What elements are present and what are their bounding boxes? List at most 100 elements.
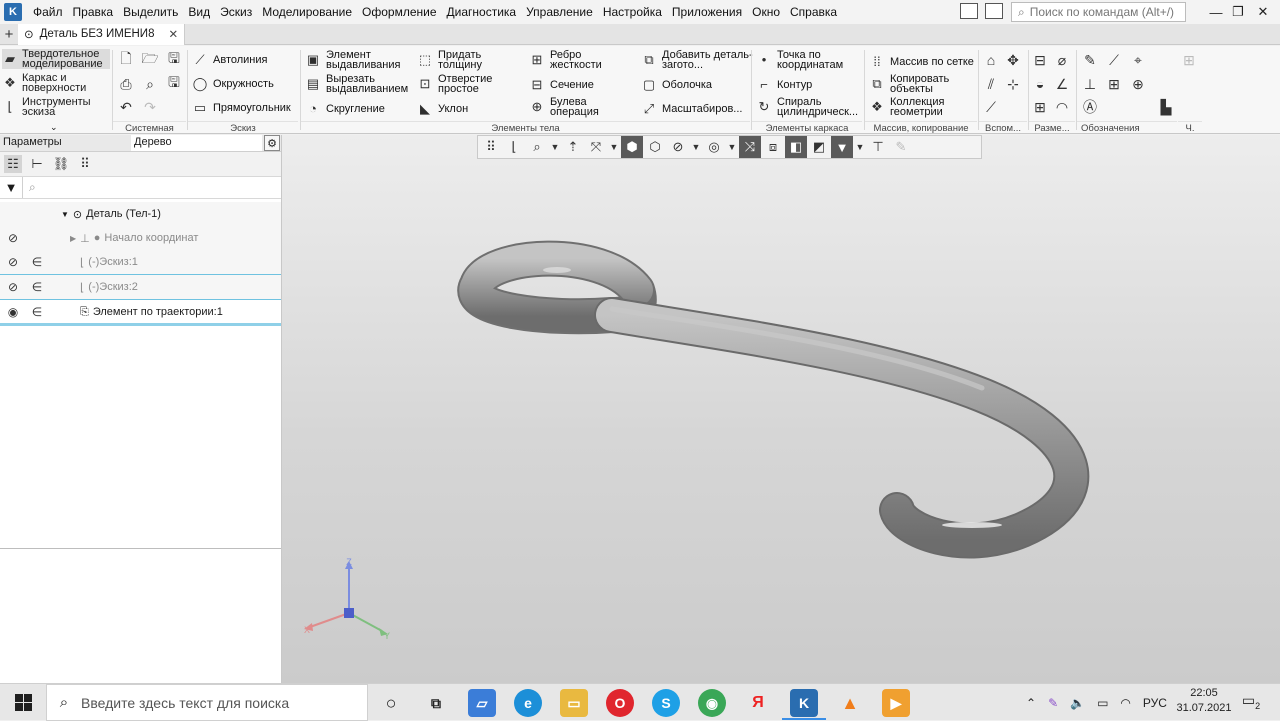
tree-row-sweep[interactable]: ◉ ∈ ⎘ Элемент по траектории:1 bbox=[0, 300, 281, 324]
layout-icon[interactable] bbox=[960, 3, 978, 19]
tree-row-sketch2[interactable]: ⊘ ∈ ⌊ (-)Эскиз:2 bbox=[0, 275, 281, 299]
chevron-down-icon[interactable]: ▼ bbox=[608, 136, 620, 158]
rib-button[interactable]: ⊞ Ребро жесткости bbox=[529, 50, 612, 71]
grid-icon[interactable]: ⠿ bbox=[480, 136, 502, 158]
eye-hidden-icon[interactable]: ⊘ bbox=[5, 280, 21, 294]
mode-solid-modeling[interactable]: ▰ Твердотельное моделирование bbox=[2, 49, 110, 70]
menu-modeling[interactable]: Моделирование bbox=[257, 0, 357, 24]
display-mode-icon[interactable]: ◧ bbox=[785, 136, 807, 158]
document-tab[interactable]: ⊙ Деталь БЕЗ ИМЕНИ8 ✕ bbox=[18, 23, 186, 45]
save-icon[interactable]: 🖫 bbox=[165, 50, 183, 69]
close-tab-icon[interactable]: ✕ bbox=[168, 27, 178, 41]
disabled-tool-icon[interactable]: ⊞ bbox=[1180, 51, 1198, 69]
hole-button[interactable]: ⊡ Отверстие простое bbox=[417, 74, 500, 95]
menu-formatting[interactable]: Оформление bbox=[357, 0, 441, 24]
screen-capture-icon[interactable] bbox=[985, 3, 1003, 19]
new-file-icon[interactable]: 🗋 bbox=[117, 50, 135, 69]
position-icon[interactable]: ⊕ bbox=[1129, 75, 1147, 93]
menu-view[interactable]: Вид bbox=[183, 0, 215, 24]
menu-settings[interactable]: Настройка bbox=[598, 0, 667, 24]
menu-window[interactable]: Окно bbox=[747, 0, 785, 24]
boolean-button[interactable]: ⊕ Булева операция bbox=[529, 97, 612, 118]
rotate-icon[interactable]: ⤧ bbox=[585, 136, 607, 158]
properties-icon[interactable]: ▙ bbox=[1157, 98, 1175, 116]
inclusion-icon[interactable]: ∈ bbox=[30, 280, 44, 294]
print-icon[interactable]: ⎙ bbox=[117, 75, 135, 93]
tab-tree[interactable]: Дерево bbox=[131, 135, 262, 151]
menu-edit[interactable]: Правка bbox=[68, 0, 119, 24]
expand-modes-chevron-icon[interactable]: ⌄ bbox=[50, 122, 58, 133]
collapse-caret-icon[interactable]: ▼ bbox=[61, 210, 69, 219]
draft-button[interactable]: ◣ Уклон bbox=[417, 101, 468, 117]
tab-parameters[interactable]: Параметры bbox=[0, 135, 131, 151]
inclusion-icon[interactable]: ∈ bbox=[30, 305, 44, 319]
tree-row-part[interactable]: ▼ ⊙ Деталь (Тел-1) bbox=[0, 202, 281, 226]
wifi-icon[interactable]: ◠ bbox=[1120, 696, 1130, 710]
eye-visible-icon[interactable]: ◉ bbox=[5, 305, 21, 319]
text-icon[interactable]: Ⓐ bbox=[1081, 98, 1099, 116]
redo-icon[interactable]: ↷ bbox=[141, 98, 159, 116]
taskbar-search-input[interactable]: ⌕ Введите здесь текст для поиска bbox=[46, 684, 368, 721]
layers-icon[interactable]: ◩ bbox=[808, 136, 830, 158]
eye-hidden-icon[interactable]: ⊘ bbox=[5, 255, 21, 269]
cortana-icon[interactable]: ○ bbox=[377, 689, 405, 717]
hide-icon[interactable]: ⊘ bbox=[667, 136, 689, 158]
contour-button[interactable]: ⌐ Контур bbox=[756, 77, 812, 93]
skype-icon[interactable]: S bbox=[652, 689, 680, 717]
disabled-pencil-icon[interactable]: ✎ bbox=[890, 136, 912, 158]
leader-icon[interactable]: ⟋ bbox=[1105, 51, 1123, 69]
expand-caret-icon[interactable]: ▶ bbox=[70, 234, 76, 243]
circle-button[interactable]: ◯ Окружность bbox=[192, 76, 274, 92]
orientation-icon[interactable]: ⌊ bbox=[503, 136, 525, 158]
filter-icon[interactable]: ▼ bbox=[831, 136, 853, 158]
tree-grid-icon[interactable]: ⠿ bbox=[76, 155, 94, 173]
spiral-button[interactable]: ↻ Спираль цилиндрическ... bbox=[756, 97, 869, 118]
panel-split[interactable] bbox=[0, 548, 281, 549]
point-by-coords-button[interactable]: • Точка по координатам bbox=[756, 50, 855, 71]
tolerance-icon[interactable]: ⊞ bbox=[1105, 75, 1123, 93]
geometry-collection-button[interactable]: ❖ Коллекция геометрии bbox=[869, 97, 960, 118]
volume-icon[interactable]: 🔈 bbox=[1070, 696, 1085, 710]
chrome-icon[interactable]: ◉ bbox=[698, 689, 726, 717]
line-icon[interactable]: ⟋ bbox=[982, 98, 1000, 116]
preview-icon[interactable]: ⌕ bbox=[141, 75, 159, 93]
plane-icon[interactable]: ⌂ bbox=[982, 51, 1000, 69]
wireframe-view-icon[interactable]: ⬡ bbox=[644, 136, 666, 158]
menu-diagnostics[interactable]: Диагностика bbox=[442, 0, 522, 24]
menu-file[interactable]: Файл bbox=[28, 0, 68, 24]
base-icon[interactable]: ⊥ bbox=[1081, 75, 1099, 93]
add-blank-button[interactable]: ⧉ Добавить деталь-загото... bbox=[641, 50, 754, 71]
menu-sketch[interactable]: Эскиз bbox=[215, 0, 257, 24]
grid-array-button[interactable]: ⁞⁞ Массив по сетке bbox=[869, 54, 974, 70]
menu-applications[interactable]: Приложения bbox=[667, 0, 747, 24]
section-view-icon[interactable]: ⧈ bbox=[762, 136, 784, 158]
hook-model[interactable]: Z X Y bbox=[282, 135, 1280, 683]
pan-icon[interactable]: ⇡ bbox=[562, 136, 584, 158]
language-indicator[interactable]: РУС bbox=[1143, 696, 1167, 710]
zoom-icon[interactable]: ⌕ bbox=[526, 136, 548, 158]
radius-icon[interactable]: ◒ bbox=[1031, 75, 1049, 93]
yandex-icon[interactable]: Я bbox=[744, 689, 772, 717]
tree-row-origin[interactable]: ⊘ ▶ ⊥ ● Начало координат bbox=[0, 226, 281, 250]
section-button[interactable]: ⊟ Сечение bbox=[529, 77, 594, 93]
close-button[interactable]: ✕ bbox=[1243, 0, 1280, 24]
open-folder-icon[interactable]: 🗁 bbox=[141, 50, 159, 69]
tree-search-input[interactable]: ⌕ bbox=[22, 177, 281, 198]
notifications-icon[interactable]: ▭2 bbox=[1240, 692, 1262, 712]
snap-icon[interactable]: ⤨ bbox=[739, 136, 761, 158]
battery-icon[interactable]: ▭ bbox=[1097, 696, 1108, 710]
pen-icon[interactable]: ✎ bbox=[1048, 696, 1058, 710]
undo-icon[interactable]: ↶ bbox=[117, 98, 135, 116]
clock[interactable]: 22:05 31.07.2021 bbox=[1172, 686, 1236, 716]
arc-size-icon[interactable]: ◠ bbox=[1053, 98, 1071, 116]
media-icon[interactable]: ▶ bbox=[882, 689, 910, 717]
kompas-icon[interactable]: K bbox=[790, 689, 818, 717]
kompas-logo-icon[interactable]: K bbox=[4, 3, 22, 21]
task-view-icon[interactable]: ⧉ bbox=[422, 689, 450, 717]
mode-frame-surfaces[interactable]: ❖ Каркас и поверхности bbox=[2, 73, 110, 94]
roughness-icon[interactable]: ✎ bbox=[1081, 51, 1099, 69]
start-button[interactable] bbox=[0, 684, 46, 721]
explorer-icon[interactable]: ▭ bbox=[560, 689, 588, 717]
edge-icon[interactable]: e bbox=[514, 689, 542, 717]
cut-extrude-button[interactable]: ▤ Вырезать выдавливанием bbox=[305, 74, 412, 95]
